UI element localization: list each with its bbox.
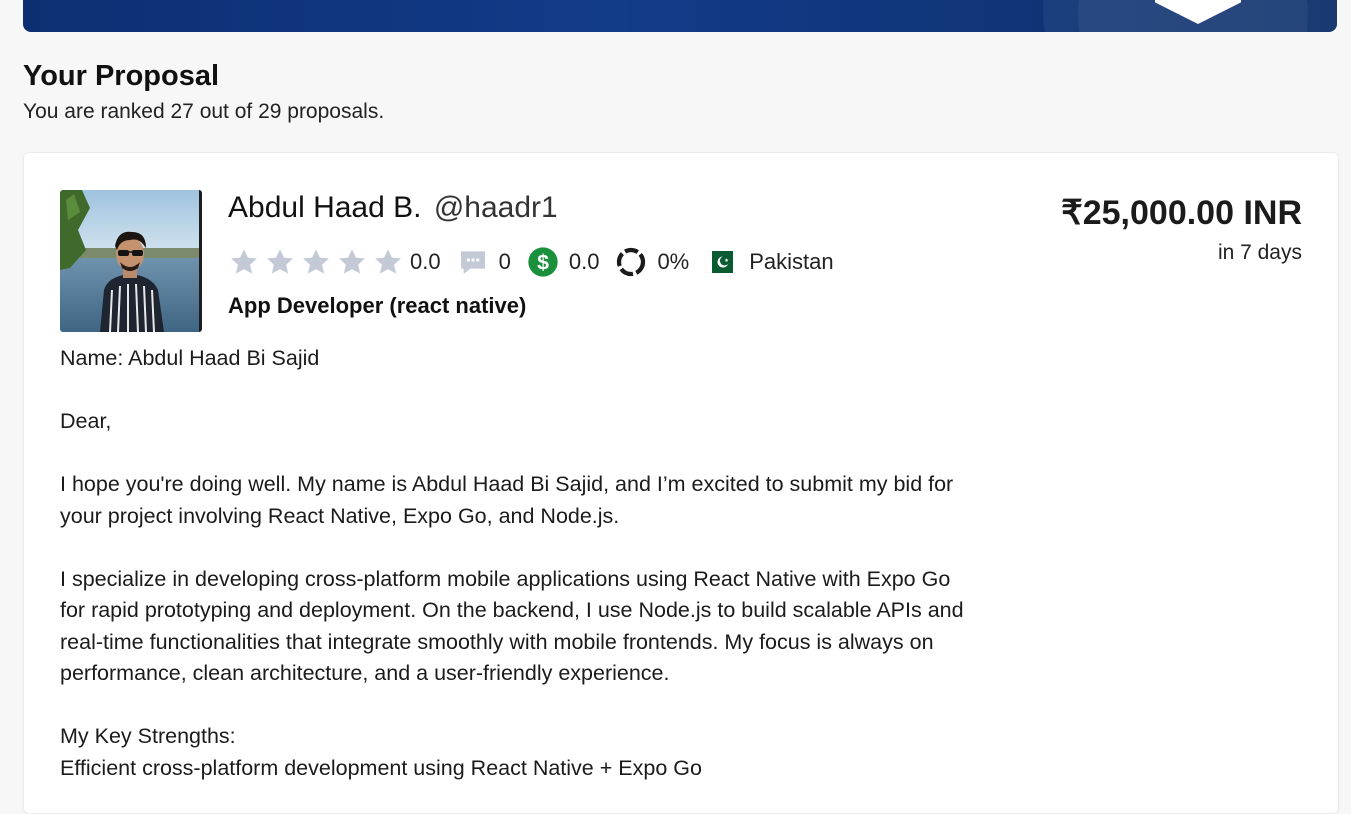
- proposal-rank-text: You are ranked 27 out of 29 proposals.: [23, 100, 385, 123]
- proposal-section-title: Your Proposal: [23, 60, 220, 92]
- proposal-paragraph: I specialize in developing cross-platfor…: [60, 566, 964, 686]
- freelancer-name-row: Abdul Haad B. @haadr1: [228, 191, 558, 225]
- reviews-stat[interactable]: 0: [457, 246, 511, 278]
- star-icon: [303, 249, 329, 274]
- rating-value: 0.0: [410, 249, 441, 274]
- avatar-photo: [60, 190, 199, 332]
- freelancer-stats: 0.0 0 $ 0.0 0% Pakistan: [228, 245, 834, 279]
- earnings-score: 0.0: [568, 249, 600, 274]
- freelancer-display-name[interactable]: Abdul Haad B.: [228, 191, 421, 224]
- proposal-card: Abdul Haad B. @haadr1 0.0 0 $ 0.0 0% Pak…: [23, 152, 1339, 814]
- completion-ring-icon: [617, 247, 646, 277]
- pakistan-flag-icon: [705, 251, 734, 273]
- proposal-greeting: Dear,: [60, 409, 112, 433]
- completion-stat[interactable]: 0%: [615, 246, 689, 278]
- completion-rate: 0%: [657, 249, 690, 274]
- proposal-name-line: Name: Abdul Haad Bi Sajid: [60, 346, 320, 370]
- country-stat: Pakistan: [705, 249, 834, 275]
- star-icon: [375, 249, 401, 274]
- reviews-count: 0: [498, 249, 511, 274]
- dollar-circle-icon: $: [528, 247, 558, 277]
- proposal-description: Name: Abdul Haad Bi Sajid Dear, I hope y…: [60, 343, 970, 784]
- bid-amount: ₹25,000.00 INR: [1061, 194, 1302, 232]
- country-name: Pakistan: [749, 249, 834, 274]
- star-icon: [231, 249, 257, 274]
- svg-text:$: $: [537, 250, 549, 274]
- bid-delivery-time: in 7 days: [1217, 241, 1302, 264]
- star-icon: [339, 249, 365, 274]
- freelancer-headline: App Developer (react native): [228, 293, 527, 318]
- proposal-paragraph: I hope you're doing well. My name is Abd…: [60, 472, 954, 528]
- star-icon: [267, 249, 293, 274]
- speech-bubble-icon: [460, 251, 485, 274]
- avatar[interactable]: [60, 190, 202, 332]
- top-banner: [23, 0, 1337, 32]
- rating-stars: [228, 246, 404, 278]
- earnings-stat[interactable]: $ 0.0: [527, 246, 600, 278]
- freelancer-username[interactable]: @haadr1: [434, 191, 558, 224]
- proposal-strength-item: Efficient cross-platform development usi…: [60, 755, 702, 780]
- proposal-strengths-heading: My Key Strengths:: [60, 724, 236, 748]
